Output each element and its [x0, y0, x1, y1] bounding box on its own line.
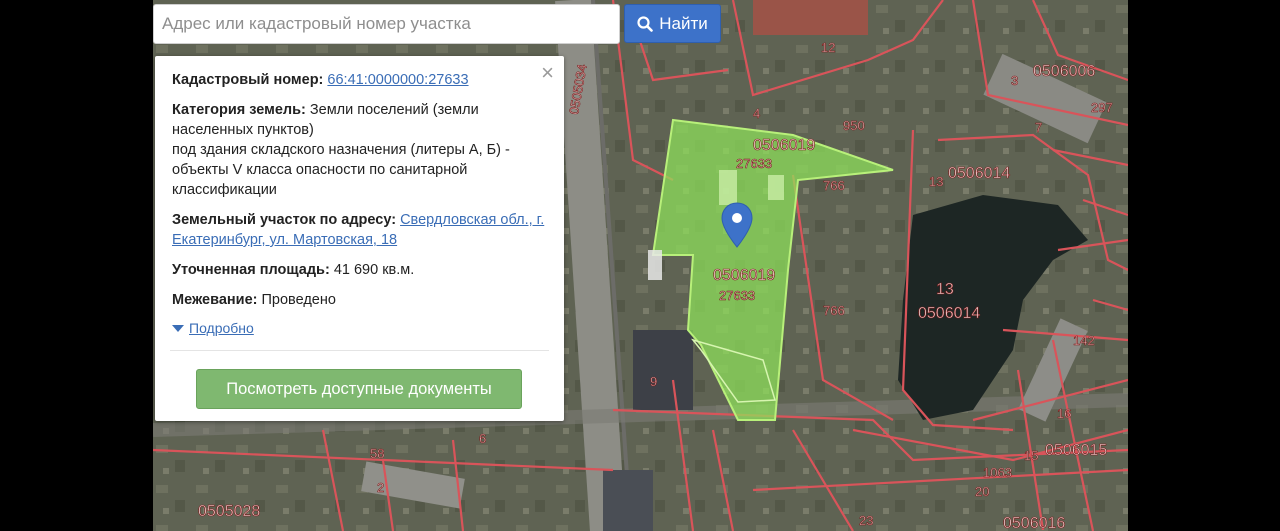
area-label: Уточненная площадь: [172, 262, 330, 278]
search-input[interactable] [154, 5, 619, 43]
area-row: Уточненная площадь: 41 690 кв.м. [172, 260, 547, 280]
map-label: 142 [1073, 333, 1095, 348]
land-usage-value: под здания складского назначения (литеры… [172, 142, 510, 198]
parcel-info-popup: × Кадастровый номер: 66:41:0000000:27633… [155, 56, 564, 421]
map-label: 3 [1011, 73, 1018, 88]
triangle-down-icon [172, 324, 184, 332]
map-label: 766 [823, 178, 845, 193]
details-toggle[interactable]: Подробно [172, 318, 547, 338]
map-label: 950 [843, 118, 865, 133]
close-icon[interactable]: × [541, 62, 554, 84]
map-label: 0506014 [948, 165, 1010, 182]
cadastral-number-row: Кадастровый номер: 66:41:0000000:27633 [172, 70, 547, 90]
map-label: 0506015 [1045, 442, 1107, 459]
map-label: 13 [929, 174, 943, 189]
map-label: 15 [1024, 448, 1038, 463]
map-label: 7 [1035, 120, 1042, 135]
search-icon [637, 15, 654, 32]
map-label: 0506019 [753, 137, 815, 154]
map-label: 1063 [983, 465, 1012, 480]
cadastral-number-label: Кадастровый номер: [172, 72, 324, 88]
map-label: 0506006 [1033, 63, 1095, 80]
map-label: 6 [479, 431, 486, 446]
map-label: 13 [936, 281, 954, 298]
address-row: Земельный участок по адресу: Свердловска… [172, 210, 547, 250]
search-field [153, 4, 620, 44]
details-link[interactable]: Подробно [189, 318, 254, 338]
map-label: 58 [370, 446, 384, 461]
map-label: 9 [650, 374, 657, 389]
map-label: 0506014 [918, 305, 980, 322]
map-label: 0506016 [1003, 515, 1065, 531]
map-label: 12 [821, 40, 835, 55]
divider [170, 350, 549, 351]
survey-value: Проведено [261, 292, 336, 308]
map-label: 4 [753, 106, 760, 121]
survey-label: Межевание: [172, 292, 258, 308]
map-label: 0505028 [198, 503, 260, 520]
map-label: 27633 [719, 288, 755, 303]
search-button-label: Найти [659, 13, 708, 33]
map-label: 20 [975, 484, 989, 499]
map-label: 16 [1057, 406, 1071, 421]
map-label: 2 [377, 480, 384, 495]
land-category-label: Категория земель: [172, 102, 306, 118]
map-label: 27633 [736, 156, 772, 171]
land-category-row: Категория земель: Земли поселений (земли… [172, 100, 547, 200]
survey-row: Межевание: Проведено [172, 290, 547, 310]
view-documents-button[interactable]: Посмотреть доступные документы [196, 369, 522, 409]
map-label: 297 [1091, 100, 1113, 115]
map-label: 766 [823, 303, 845, 318]
map-label: 23 [859, 513, 873, 528]
cadastral-number-link[interactable]: 66:41:0000000:27633 [327, 72, 468, 88]
area-value: 41 690 кв.м. [333, 262, 415, 278]
address-label: Земельный участок по адресу: [172, 212, 397, 228]
search-button[interactable]: Найти [624, 4, 721, 43]
map-label: 0506019 [713, 267, 775, 284]
